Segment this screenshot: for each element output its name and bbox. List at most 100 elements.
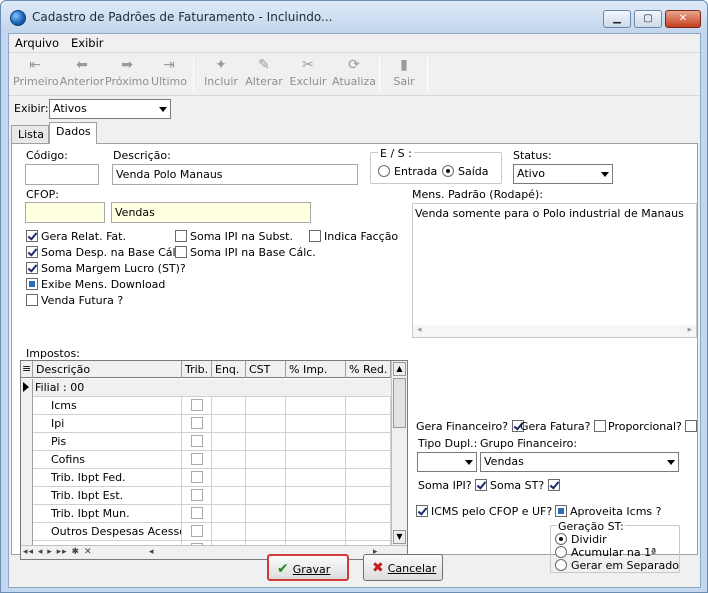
- cell-empty[interactable]: [212, 451, 246, 469]
- col-descricao[interactable]: Descrição: [33, 361, 182, 378]
- cancelar-button[interactable]: ✖ Cancelar: [363, 554, 443, 581]
- grid-menu-icon[interactable]: ≡: [21, 361, 33, 378]
- cell-empty[interactable]: [212, 415, 246, 433]
- table-row[interactable]: Ipi: [21, 415, 391, 433]
- gera-relat-checkbox[interactable]: Gera Relat. Fat.: [26, 230, 126, 244]
- maximize-button[interactable]: ▢: [634, 10, 662, 28]
- cell-empty[interactable]: [346, 469, 391, 487]
- cfop-desc-input[interactable]: Vendas: [111, 202, 311, 223]
- cell-trib-checkbox[interactable]: [182, 523, 212, 541]
- cell-empty[interactable]: [246, 451, 286, 469]
- gera-fatura-checkbox[interactable]: Gera Fatura?: [520, 420, 609, 434]
- indica-faccao-checkbox[interactable]: Indica Facção: [309, 230, 398, 244]
- cell-trib-checkbox[interactable]: [182, 487, 212, 505]
- aproveita-icms-checkbox[interactable]: Aproveita Icms ?: [555, 505, 661, 519]
- icms-cfop-checkbox[interactable]: ICMS pelo CFOP e UF?: [416, 505, 552, 519]
- cell-empty[interactable]: [246, 433, 286, 451]
- table-row[interactable]: Pis: [21, 433, 391, 451]
- soma-ipi-checkbox[interactable]: Soma IPI?: [418, 479, 490, 493]
- table-row[interactable]: Outros Despesas Acesso: [21, 523, 391, 541]
- cell-trib-checkbox[interactable]: [182, 451, 212, 469]
- cell-empty[interactable]: [212, 469, 246, 487]
- col-imp[interactable]: % Imp.: [286, 361, 346, 378]
- cfop-code-input[interactable]: [25, 202, 105, 223]
- cell-trib-checkbox[interactable]: [182, 397, 212, 415]
- soma-st-checkbox[interactable]: Soma ST?: [490, 479, 563, 493]
- tab-lista[interactable]: Lista: [11, 125, 49, 143]
- cell-empty[interactable]: [346, 487, 391, 505]
- cell-empty[interactable]: [246, 487, 286, 505]
- grupo-financeiro-select[interactable]: Vendas: [480, 452, 679, 472]
- cell-descricao[interactable]: Trib. Ibpt Mun.: [33, 505, 182, 523]
- previous-button[interactable]: ⬅ Anterior: [59, 55, 105, 93]
- first-button[interactable]: ⇤ Primeiro: [13, 55, 59, 93]
- cell-empty[interactable]: [246, 523, 286, 541]
- last-button[interactable]: ⇥ Ultimo: [149, 55, 189, 93]
- cell-empty[interactable]: [286, 469, 346, 487]
- include-button[interactable]: ✦ Incluir: [201, 55, 241, 93]
- cell-empty[interactable]: [346, 415, 391, 433]
- soma-desp-checkbox[interactable]: Soma Desp. na Base Cálc.: [26, 246, 185, 260]
- cell-empty[interactable]: [286, 433, 346, 451]
- soma-ipi-subst-checkbox[interactable]: Soma IPI na Subst.: [175, 230, 293, 244]
- group-row[interactable]: Filial : 00: [21, 379, 391, 397]
- gera-financeiro-checkbox[interactable]: Gera Financeiro?: [416, 420, 527, 434]
- refresh-button[interactable]: ⟳ Atualiza: [331, 55, 377, 93]
- gravar-button[interactable]: ✔ Gravar: [267, 554, 349, 581]
- cell-trib-checkbox[interactable]: [182, 469, 212, 487]
- cell-empty[interactable]: [246, 397, 286, 415]
- proporcional-checkbox[interactable]: Proporcional?: [608, 420, 700, 434]
- cell-descricao[interactable]: Cofins: [33, 451, 182, 469]
- entrada-radio[interactable]: Entrada: [378, 165, 437, 179]
- cell-empty[interactable]: [212, 523, 246, 541]
- col-trib[interactable]: Trib.: [182, 361, 212, 378]
- cell-descricao[interactable]: Icms: [33, 397, 182, 415]
- cell-empty[interactable]: [286, 397, 346, 415]
- edit-button[interactable]: ✎ Alterar: [243, 55, 285, 93]
- cell-descricao[interactable]: Icms - Reducao 61,11%: [33, 559, 182, 560]
- status-select[interactable]: Ativo: [513, 164, 613, 184]
- cell-empty[interactable]: [212, 505, 246, 523]
- soma-margem-checkbox[interactable]: Soma Margem Lucro (ST)?: [26, 262, 186, 276]
- cell-trib-checkbox[interactable]: [182, 433, 212, 451]
- cell-empty[interactable]: [346, 505, 391, 523]
- acumular-radio[interactable]: Acumular na 1ª: [555, 546, 656, 560]
- table-row[interactable]: Trib. Ibpt Mun.: [21, 505, 391, 523]
- cell-trib-checkbox[interactable]: [182, 415, 212, 433]
- cell-descricao[interactable]: Outros Despesas Acesso: [33, 523, 182, 541]
- cell-trib-checkbox[interactable]: [182, 505, 212, 523]
- exibe-mens-checkbox[interactable]: Exibe Mens. Download: [26, 278, 165, 292]
- minimize-button[interactable]: ▁: [603, 10, 631, 28]
- cell-empty[interactable]: [286, 523, 346, 541]
- menu-exibir[interactable]: Exibir: [71, 36, 104, 50]
- gerar-separado-radio[interactable]: Gerar em Separado: [555, 559, 679, 573]
- tab-dados[interactable]: Dados: [49, 122, 97, 144]
- cell-empty[interactable]: [286, 415, 346, 433]
- table-row[interactable]: Cofins: [21, 451, 391, 469]
- cell-empty[interactable]: [286, 487, 346, 505]
- cell-empty[interactable]: [286, 505, 346, 523]
- col-red[interactable]: % Red.: [346, 361, 391, 378]
- cell-empty[interactable]: [346, 433, 391, 451]
- cell-empty[interactable]: [246, 505, 286, 523]
- cell-empty[interactable]: [286, 451, 346, 469]
- menu-arquivo[interactable]: Arquivo: [15, 36, 59, 50]
- cell-empty[interactable]: [246, 469, 286, 487]
- filter-select[interactable]: Ativos: [49, 99, 171, 119]
- table-row[interactable]: Trib. Ibpt Est.: [21, 487, 391, 505]
- cell-empty[interactable]: [246, 415, 286, 433]
- col-cst[interactable]: CST: [246, 361, 286, 378]
- memo-scrollbar[interactable]: ◂ ▸: [413, 325, 696, 337]
- impostos-grid[interactable]: ≡ Descrição Trib. Enq. CST % Imp. % Red.…: [20, 360, 408, 560]
- cell-descricao[interactable]: Trib. Ibpt Est.: [33, 487, 182, 505]
- cell-descricao[interactable]: Pis: [33, 433, 182, 451]
- exit-button[interactable]: ▮ Sair: [389, 55, 419, 93]
- cell-empty[interactable]: [212, 487, 246, 505]
- cell-empty[interactable]: [212, 559, 246, 560]
- dividir-radio[interactable]: Dividir: [555, 533, 607, 547]
- table-row[interactable]: Trib. Ibpt Fed.: [21, 469, 391, 487]
- tipo-dupl-select[interactable]: [417, 452, 477, 472]
- close-button[interactable]: ✕: [665, 10, 701, 28]
- cell-empty[interactable]: [346, 397, 391, 415]
- cell-empty[interactable]: [212, 433, 246, 451]
